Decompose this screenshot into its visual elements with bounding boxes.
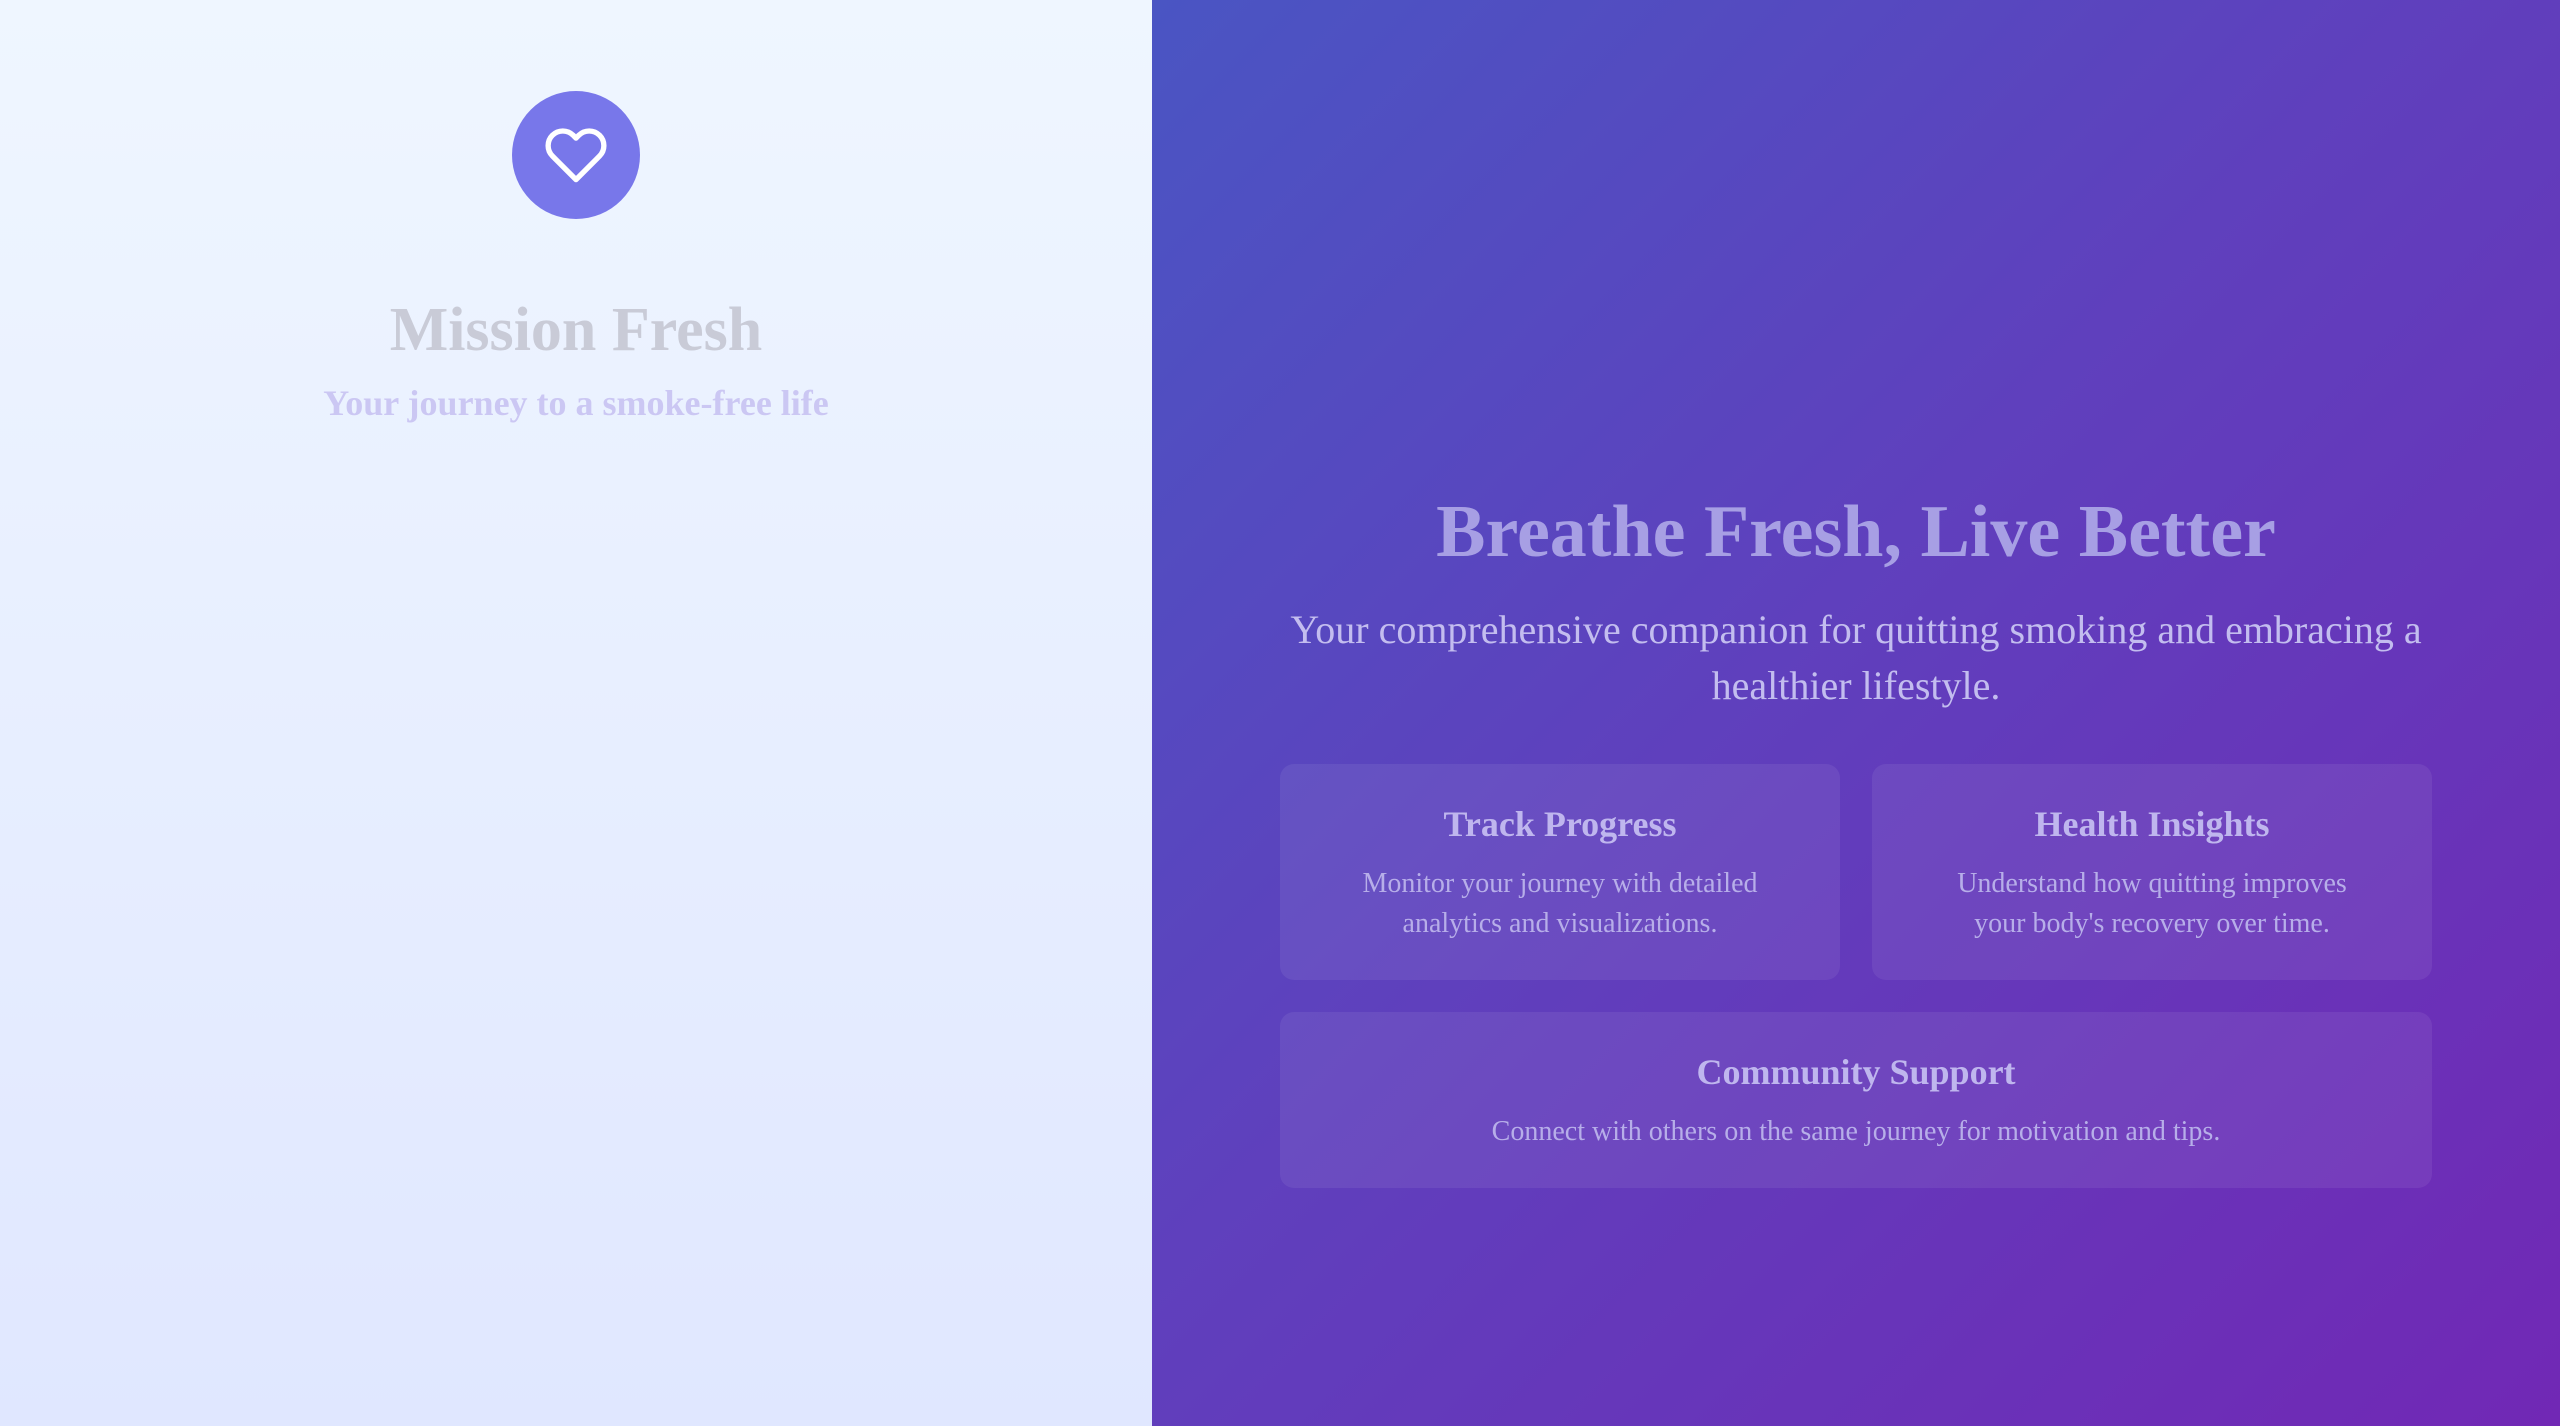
feature-card-description: Understand how quitting improves your bo… (1957, 868, 2347, 939)
feature-card-health-insights: Health Insights Understand how quitting … (1872, 764, 2432, 980)
feature-card-title: Track Progress (1443, 804, 1677, 844)
app-title: Mission Fresh (389, 296, 763, 364)
feature-card-community-support: Community Support Connect with others on… (1280, 1012, 2432, 1188)
app-tagline: Your journey to a smoke-free life (323, 383, 829, 423)
hero-title: Breathe Fresh, Live Better (1436, 491, 2276, 573)
feature-card-title: Community Support (1696, 1052, 2016, 1092)
feature-card-description: Monitor your journey with detailed analy… (1362, 868, 1758, 939)
hero-subtitle: Your comprehensive companion for quittin… (1290, 607, 2422, 708)
feature-card-track-progress: Track Progress Monitor your journey with… (1280, 764, 1840, 980)
branding-panel: Mission Fresh Your journey to a smoke-fr… (0, 0, 1152, 1426)
heart-icon (545, 128, 607, 183)
app-logo (512, 91, 640, 219)
hero-panel: Breathe Fresh, Live Better Your comprehe… (1152, 0, 2560, 1426)
feature-card-title: Health Insights (2034, 804, 2270, 844)
feature-card-description: Connect with others on the same journey … (1491, 1116, 2221, 1147)
